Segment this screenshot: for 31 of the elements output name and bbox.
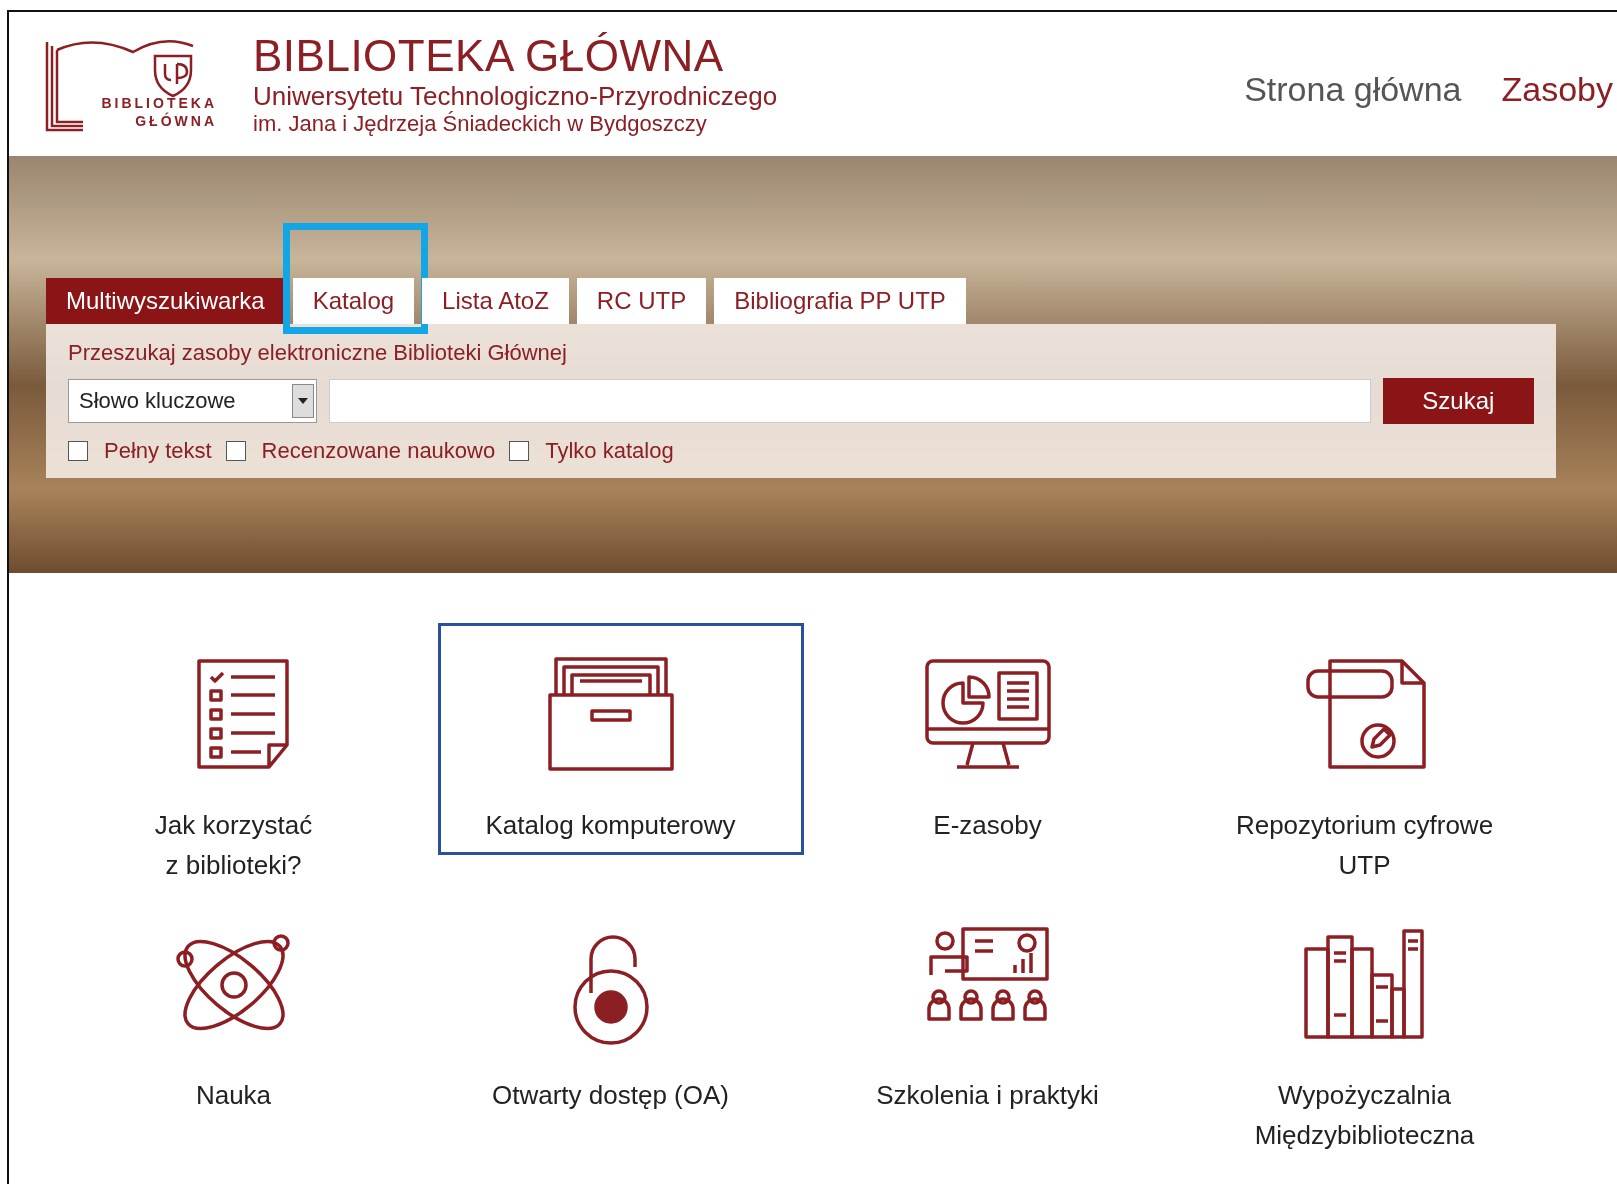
nav-link[interactable]: Zasoby xyxy=(1501,70,1613,109)
tile-link[interactable]: E-zasoby xyxy=(933,805,1042,845)
site-subtitle: Uniwersytetu Technologiczno-Przyrodniczego xyxy=(253,81,778,111)
search-tab[interactable]: Katalog xyxy=(292,278,415,324)
tile-link[interactable]: Szkolenia i praktyki xyxy=(876,1075,1099,1115)
search-description: Przeszukaj zasoby elektroniczne Biblioteki Głównej xyxy=(68,340,568,366)
search-tab[interactable]: Lista AtoZ xyxy=(422,278,569,324)
site-title: BIBLIOTEKA GŁÓWNA xyxy=(253,31,725,81)
library-logo[interactable]: BIBLIOTEKA GŁÓWNA xyxy=(43,34,223,134)
search-tab[interactable]: Multiwyszukiwarka xyxy=(46,278,285,324)
checkbox-label[interactable]: Pełny tekst xyxy=(104,438,212,464)
checkbox[interactable] xyxy=(225,441,246,461)
checkbox[interactable] xyxy=(68,441,88,461)
logo-text: GŁÓWNA xyxy=(135,112,217,130)
search-type-dropdown[interactable]: Słowo kluczowe xyxy=(68,379,317,423)
tile-link[interactable]: Otwarty dostęp (OA) xyxy=(492,1075,729,1115)
nav-link[interactable]: Strona główna xyxy=(1244,70,1462,109)
checkbox-label[interactable]: Recenzowane naukowo xyxy=(261,438,496,464)
search-tab[interactable]: Bibliografia PP UTP xyxy=(714,278,966,324)
tile-link[interactable]: Nauka xyxy=(195,1075,272,1115)
tile-link[interactable]: Repozytorium cyfrowe UTP xyxy=(1235,805,1494,885)
site-subtitle: im. Jana i Jędrzeja Śniadeckich w Bydgoszczy xyxy=(253,111,708,137)
search-button[interactable]: Szukaj xyxy=(1382,378,1534,424)
tile-link[interactable]: Wypożyczalnia Międzybiblioteczna xyxy=(1254,1075,1475,1155)
checkbox[interactable] xyxy=(509,441,530,461)
search-tab[interactable]: RC UTP xyxy=(576,278,707,324)
logo-text: BIBLIOTEKA xyxy=(101,94,217,112)
checkbox-label[interactable]: Tylko katalog xyxy=(545,438,674,464)
tile-link[interactable]: Katalog komputerowy xyxy=(485,805,736,845)
search-field[interactable] xyxy=(328,379,1371,423)
tile-link[interactable]: Jak korzystać z biblioteki? xyxy=(154,805,313,885)
